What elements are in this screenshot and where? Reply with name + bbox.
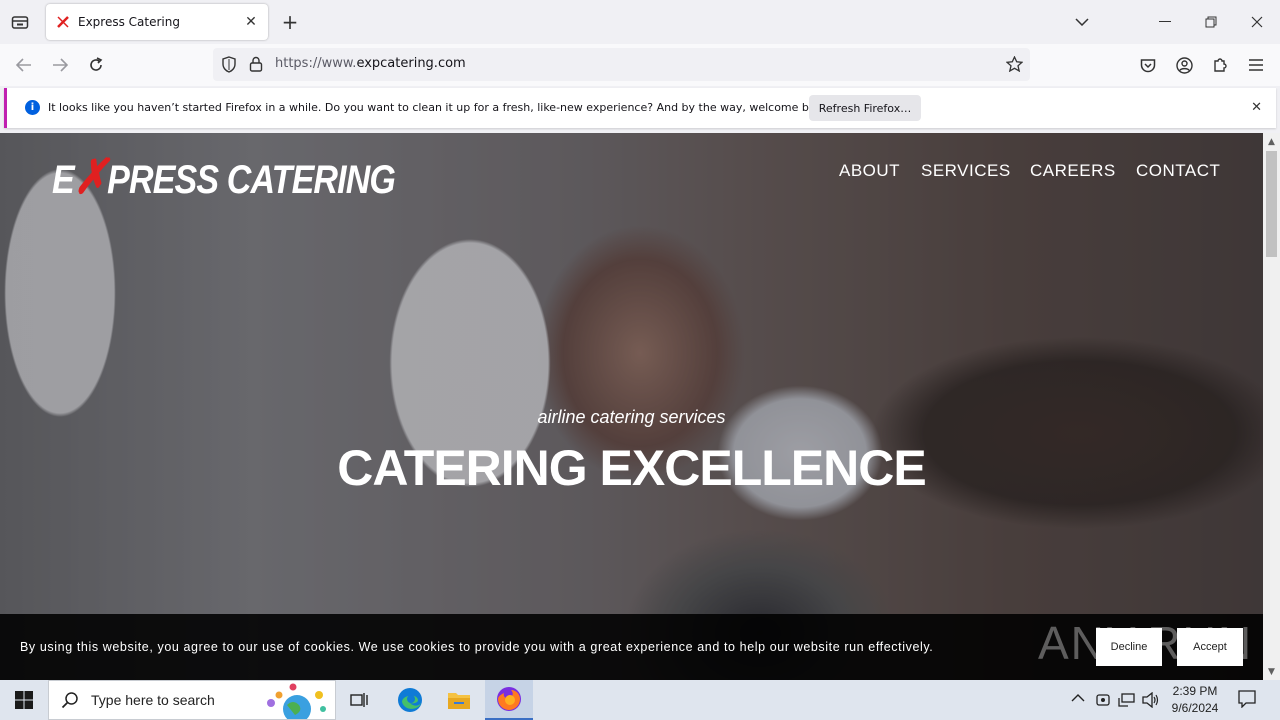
clock-time: 2:39 PM: [1172, 684, 1218, 698]
scroll-thumb[interactable]: [1266, 151, 1277, 257]
scroll-up-arrow-icon[interactable]: ▲: [1263, 133, 1280, 150]
info-icon: i: [25, 100, 40, 115]
list-all-tabs-icon[interactable]: [1068, 8, 1096, 36]
accept-button[interactable]: Accept: [1177, 628, 1243, 666]
url-bar[interactable]: https://www.expcatering.com: [213, 48, 1030, 81]
network-icon[interactable]: [1118, 692, 1136, 712]
restore-icon[interactable]: [1197, 8, 1225, 36]
notifications-icon[interactable]: [1238, 690, 1256, 712]
windows-taskbar: Type here to search 2:39 PM 9/6/2024: [0, 680, 1280, 720]
close-notification-icon[interactable]: ✕: [1251, 100, 1262, 115]
menu-hamburger-icon[interactable]: [1243, 53, 1269, 77]
tab-list-icon[interactable]: [8, 10, 32, 34]
page-scrollbar[interactable]: ▲ ▼: [1263, 133, 1280, 680]
close-window-icon[interactable]: [1243, 8, 1271, 36]
search-icon: [61, 692, 78, 709]
clock-date: 9/6/2024: [1171, 701, 1219, 715]
nav-contact[interactable]: CONTACT: [1136, 161, 1220, 181]
edge-browser-icon[interactable]: [386, 680, 434, 720]
site-favicon-icon: [57, 16, 69, 28]
minimize-icon[interactable]: [1151, 8, 1179, 36]
task-view-icon[interactable]: [336, 680, 384, 720]
search-placeholder: Type here to search: [91, 692, 215, 708]
account-icon[interactable]: [1171, 53, 1197, 77]
lock-icon[interactable]: [249, 56, 263, 72]
taskbar-search-box[interactable]: Type here to search: [48, 680, 336, 720]
forward-arrow-icon[interactable]: [47, 53, 73, 77]
close-tab-icon[interactable]: ✕: [240, 11, 262, 33]
file-explorer-icon[interactable]: [435, 680, 483, 720]
windows-start-icon[interactable]: [0, 680, 48, 720]
tracking-shield-icon[interactable]: [221, 56, 237, 73]
navigation-bar: https://www.expcatering.com: [0, 44, 1280, 86]
notification-text: It looks like you haven’t started Firefo…: [48, 101, 833, 114]
decline-button[interactable]: Decline: [1096, 628, 1162, 666]
refresh-firefox-notification: i It looks like you haven’t started Fire…: [4, 88, 1276, 128]
reload-icon[interactable]: [83, 53, 109, 77]
hero-title: CATERING EXCELLENCE: [337, 440, 926, 496]
search-highlight-globe-icon: [267, 683, 326, 719]
tab-bar: Express Catering ✕ +: [0, 0, 1280, 44]
new-tab-button[interactable]: +: [278, 10, 302, 34]
meet-now-icon[interactable]: [1096, 692, 1110, 712]
scroll-down-arrow-icon[interactable]: ▼: [1263, 663, 1280, 680]
volume-icon[interactable]: [1142, 691, 1160, 712]
nav-careers[interactable]: CAREERS: [1030, 161, 1116, 181]
cookie-consent-banner: By using this website, you agree to our …: [0, 614, 1263, 680]
back-arrow-icon[interactable]: [11, 53, 37, 77]
pocket-icon[interactable]: [1135, 53, 1161, 77]
hero-section: E✗PRESS CATERING ABOUT SERVICES CAREERS …: [0, 133, 1263, 680]
system-clock[interactable]: 2:39 PM 9/6/2024: [1166, 683, 1224, 717]
url-text: https://www.expcatering.com: [275, 56, 466, 71]
tab-title: Express Catering: [78, 15, 180, 29]
cookie-text: By using this website, you agree to our …: [20, 640, 934, 654]
nav-about[interactable]: ABOUT: [839, 161, 900, 181]
logo-x-icon: ✗: [73, 151, 108, 204]
refresh-firefox-button[interactable]: Refresh Firefox…: [809, 95, 921, 121]
extensions-icon[interactable]: [1207, 53, 1233, 77]
nav-services[interactable]: SERVICES: [921, 161, 1011, 181]
express-catering-logo[interactable]: E✗PRESS CATERING: [52, 149, 396, 205]
bookmark-star-icon[interactable]: [1006, 56, 1023, 72]
hero-subtitle: airline catering services: [537, 407, 726, 427]
show-hidden-icons-icon[interactable]: [1071, 692, 1085, 707]
firefox-taskbar-icon[interactable]: [485, 680, 533, 720]
tab-express-catering[interactable]: Express Catering ✕: [46, 4, 268, 40]
